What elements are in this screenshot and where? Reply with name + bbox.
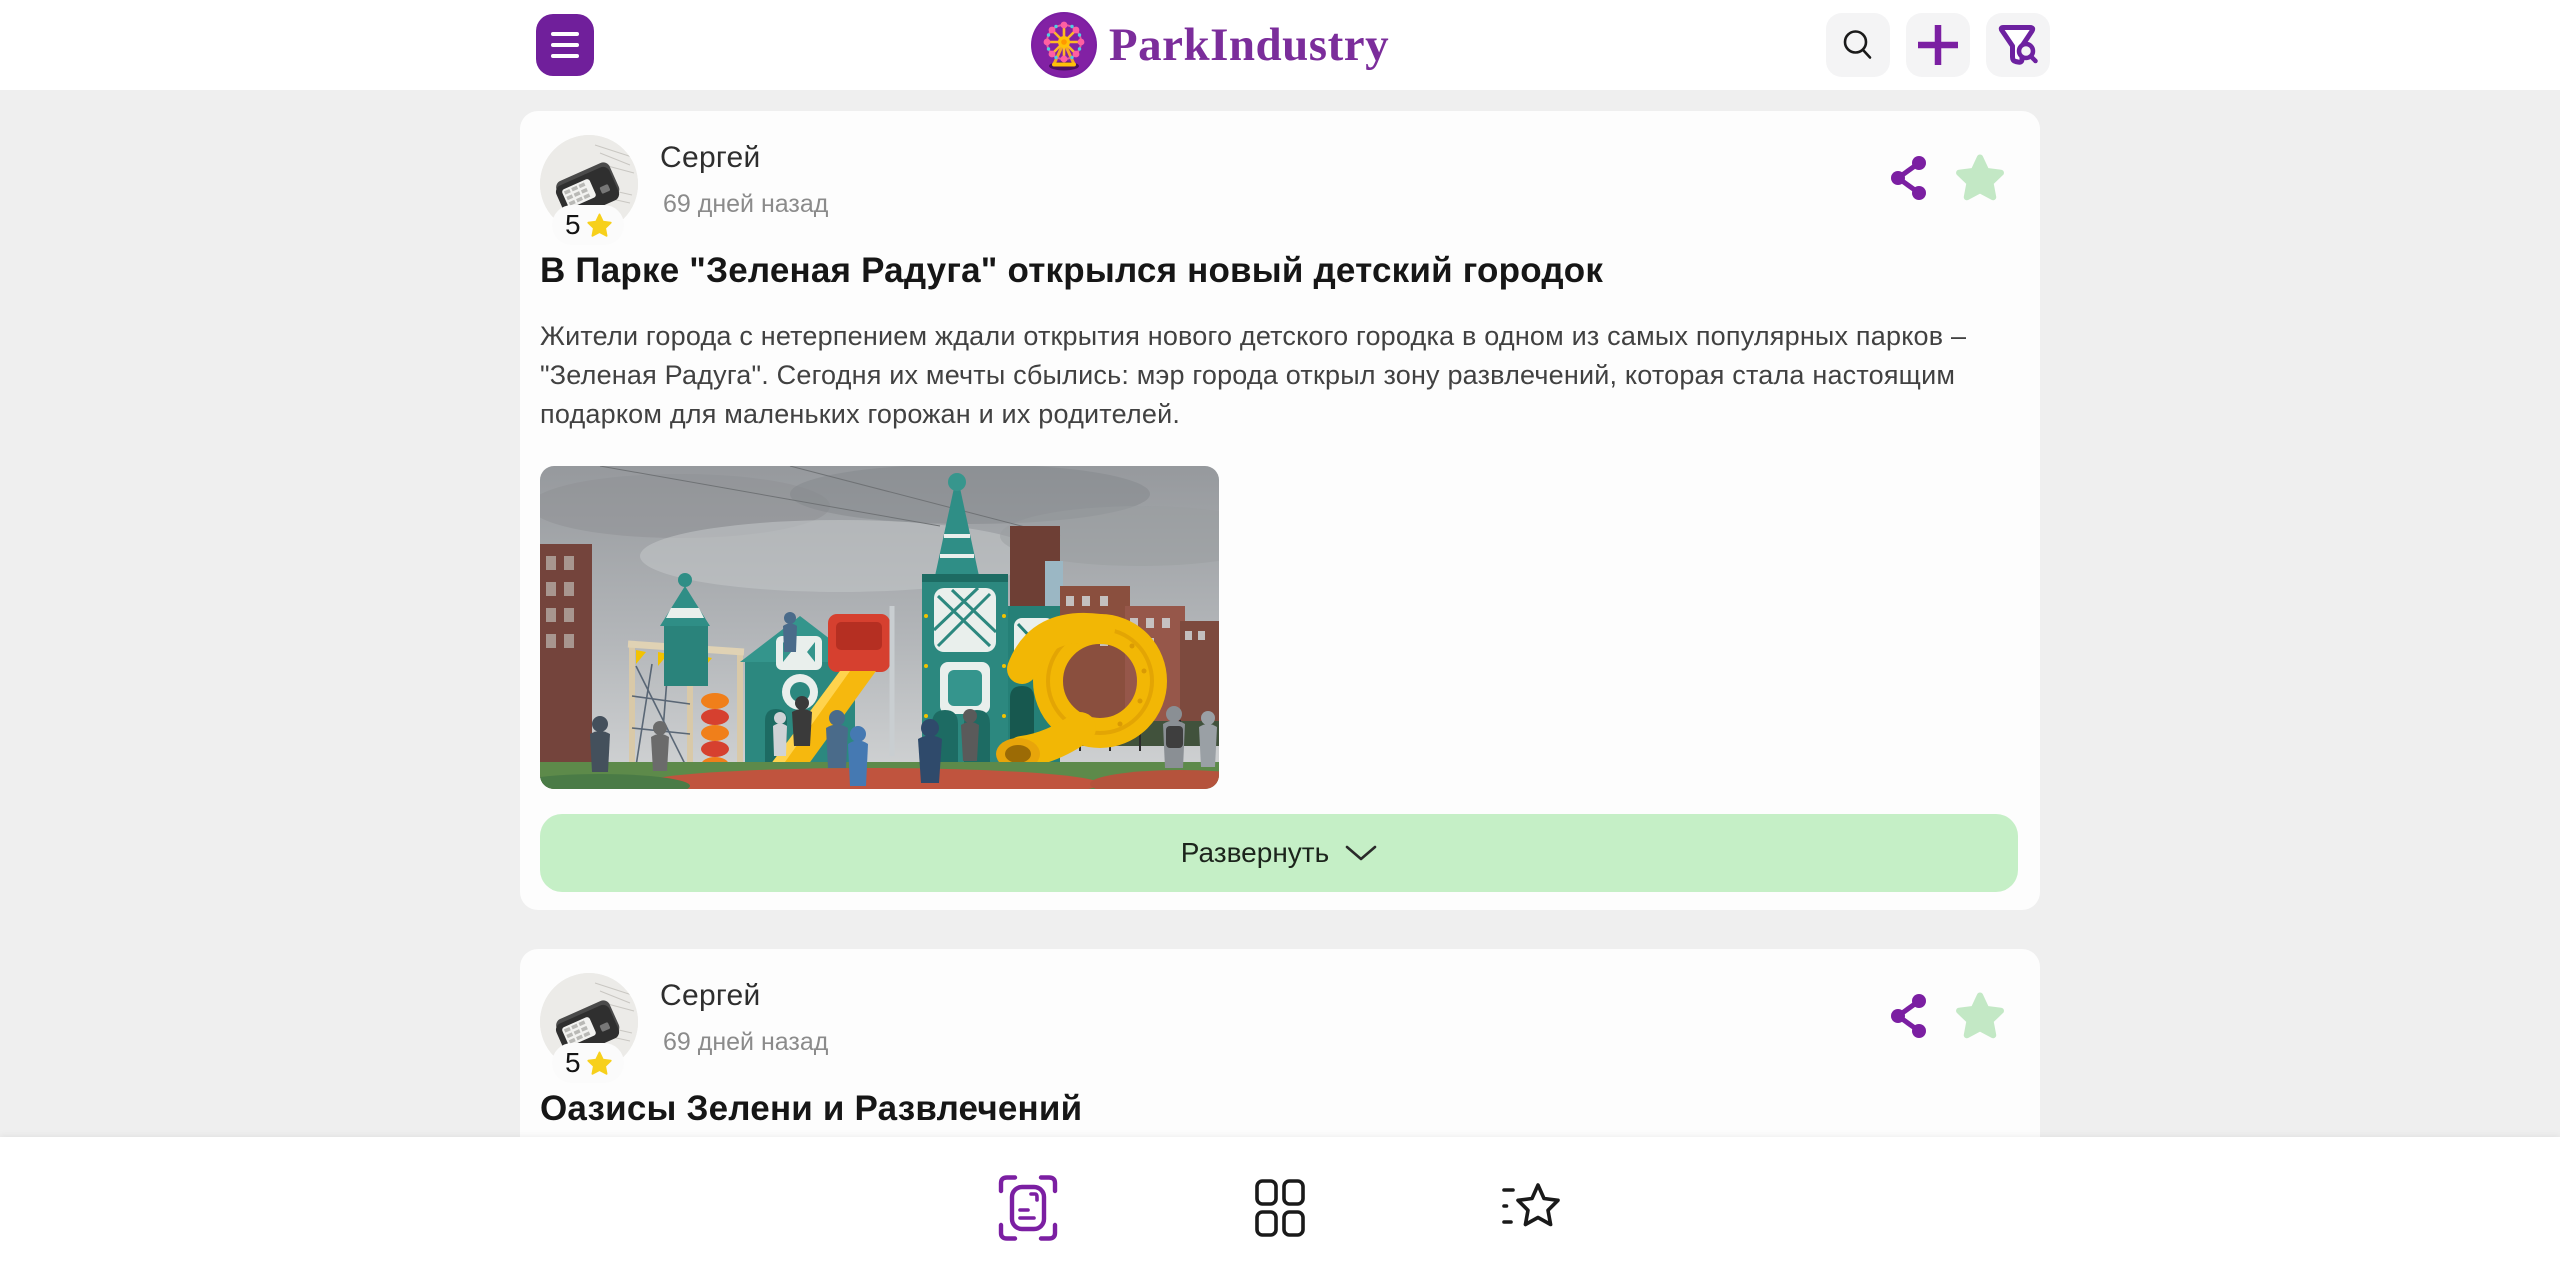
rating-star-icon — [586, 212, 613, 239]
favorite-button[interactable] — [1954, 153, 2006, 203]
post-title: В Парке "Зеленая Радуга" открылся новый … — [540, 251, 2018, 291]
hamburger-menu-button[interactable] — [536, 14, 594, 76]
favorite-star-icon — [1954, 153, 2006, 203]
nav-item-favorites[interactable] — [1497, 1173, 1567, 1243]
post-card: 5 Сергей 69 дней назад — [520, 949, 2040, 1137]
search-button[interactable] — [1826, 13, 1890, 77]
grid-icon — [1254, 1178, 1306, 1238]
header-actions — [1826, 13, 2050, 77]
expand-button[interactable]: Развернуть — [540, 814, 2018, 892]
post-title: Оазисы Зелени и Развлечений — [540, 1089, 2018, 1129]
share-button[interactable] — [1888, 993, 1930, 1039]
author-name: Сергей — [660, 141, 828, 175]
playground-photo-illustration — [540, 466, 1219, 789]
app-header: ParkIndustry — [0, 0, 2560, 90]
brand-name: ParkIndustry — [1109, 18, 1389, 72]
post-time: 69 дней назад — [663, 1028, 828, 1057]
rating-star-icon — [586, 1050, 613, 1077]
bottom-nav — [0, 1137, 2560, 1279]
star-sparkle-icon — [1501, 1181, 1563, 1235]
rating-badge: 5 — [552, 205, 624, 245]
nav-item-feed[interactable] — [993, 1173, 1063, 1243]
rating-value: 5 — [565, 209, 581, 241]
brand-logo[interactable]: ParkIndustry — [594, 12, 1826, 78]
post-image[interactable] — [540, 466, 1219, 789]
feed: 5 Сергей 69 дней назад — [0, 90, 2560, 1137]
search-icon — [1838, 25, 1878, 65]
share-icon — [1888, 993, 1930, 1039]
plus-icon — [1915, 22, 1961, 68]
favorite-star-icon — [1954, 991, 2006, 1041]
post-card: 5 Сергей 69 дней назад — [520, 111, 2040, 910]
post-time: 69 дней назад — [663, 190, 828, 219]
rating-value: 5 — [565, 1047, 581, 1079]
chevron-down-icon — [1345, 845, 1377, 862]
document-scan-icon — [998, 1174, 1058, 1242]
ferris-wheel-icon — [1031, 12, 1097, 78]
expand-label: Развернуть — [1181, 837, 1329, 869]
filter-button[interactable] — [1986, 13, 2050, 77]
add-post-button[interactable] — [1906, 13, 1970, 77]
hamburger-icon — [551, 32, 579, 36]
rating-badge: 5 — [552, 1043, 624, 1083]
author-avatar[interactable]: 5 — [540, 135, 638, 233]
share-button[interactable] — [1888, 155, 1930, 201]
favorite-button[interactable] — [1954, 991, 2006, 1041]
author-name: Сергей — [660, 979, 828, 1013]
share-icon — [1888, 155, 1930, 201]
filter-search-icon — [1995, 22, 2041, 68]
post-body: Жители города с нетерпением ждали открыт… — [540, 317, 1972, 434]
nav-item-catalog[interactable] — [1245, 1173, 1315, 1243]
author-avatar[interactable]: 5 — [540, 973, 638, 1071]
